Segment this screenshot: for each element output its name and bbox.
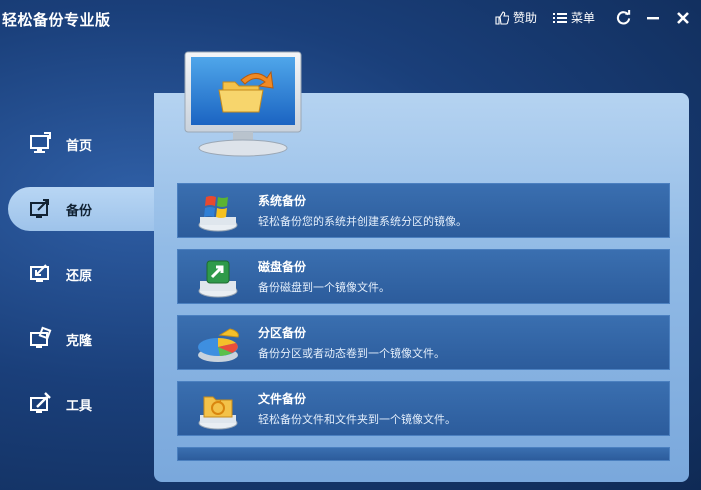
menu-list-icon	[552, 12, 567, 23]
menu-label: 菜单	[570, 11, 595, 25]
card-text: 分区备份 备份分区或者动态卷到一个镜像文件。	[258, 324, 445, 361]
sidebar-item-label: 克隆	[66, 333, 93, 349]
card-text: 文件备份 轻松备份文件和文件夹到一个镜像文件。	[258, 390, 456, 427]
title-bar-controls: 赞助 菜单	[479, 9, 691, 26]
card-description: 轻松备份您的系统并创建系统分区的镜像。	[258, 215, 467, 228]
card-title: 磁盘备份	[258, 260, 307, 274]
refresh-button[interactable]	[615, 10, 631, 26]
sidebar-item-restore[interactable]: 还原	[8, 252, 154, 296]
card-title: 分区备份	[258, 326, 307, 340]
minimize-icon	[647, 16, 659, 19]
backup-export-icon	[30, 199, 49, 218]
file-backup-option[interactable]: 文件备份 轻松备份文件和文件夹到一个镜像文件。	[177, 381, 670, 436]
close-icon	[677, 11, 689, 24]
card-description: 轻松备份文件和文件夹到一个镜像文件。	[258, 413, 456, 426]
card-description: 备份分区或者动态卷到一个镜像文件。	[258, 347, 445, 360]
donate-label: 赞助	[512, 11, 537, 25]
disk-backup-option[interactable]: 磁盘备份 备份磁盘到一个镜像文件。	[177, 249, 670, 304]
restore-icon	[30, 264, 49, 282]
donate-button[interactable]: 赞助	[495, 9, 537, 26]
sidebar-item-label: 还原	[66, 268, 93, 284]
sidebar-item-label: 备份	[66, 203, 93, 219]
card-description: 备份磁盘到一个镜像文件。	[258, 281, 390, 294]
close-button[interactable]	[675, 10, 691, 26]
clone-icon	[30, 326, 52, 348]
sidebar-item-clone[interactable]: 克隆	[8, 317, 154, 361]
refresh-icon	[616, 10, 630, 25]
sidebar-item-backup[interactable]: 备份	[8, 187, 158, 231]
card-title: 系统备份	[258, 194, 307, 208]
minimize-button[interactable]	[645, 10, 661, 26]
backup-monitor-illustration-icon	[184, 51, 302, 157]
thumbs-up-icon	[495, 10, 509, 25]
card-text: 系统备份 轻松备份您的系统并创建系统分区的镜像。	[258, 192, 467, 229]
sidebar-item-tools[interactable]: 工具	[8, 382, 154, 426]
sidebar-item-label: 首页	[66, 138, 93, 154]
system-backup-option[interactable]: 系统备份 轻松备份您的系统并创建系统分区的镜像。	[177, 183, 670, 238]
sidebar-item-home[interactable]: 首页	[8, 122, 154, 166]
next-backup-option-partial[interactable]	[177, 447, 670, 461]
home-monitor-icon	[30, 132, 51, 153]
menu-button[interactable]: 菜单	[552, 9, 595, 26]
card-text: 磁盘备份 备份磁盘到一个镜像文件。	[258, 258, 390, 295]
windows-system-icon	[198, 195, 238, 231]
tools-icon	[30, 392, 51, 413]
partition-backup-option[interactable]: 分区备份 备份分区或者动态卷到一个镜像文件。	[177, 315, 670, 370]
partition-pie-icon	[198, 327, 239, 362]
disk-backup-icon	[198, 260, 238, 297]
title-bar: 轻松备份专业版 赞助 菜单	[0, 0, 701, 38]
app-title: 轻松备份专业版	[2, 11, 111, 29]
card-title: 文件备份	[258, 392, 307, 406]
sidebar-item-label: 工具	[66, 398, 93, 414]
file-folder-icon	[198, 396, 238, 429]
